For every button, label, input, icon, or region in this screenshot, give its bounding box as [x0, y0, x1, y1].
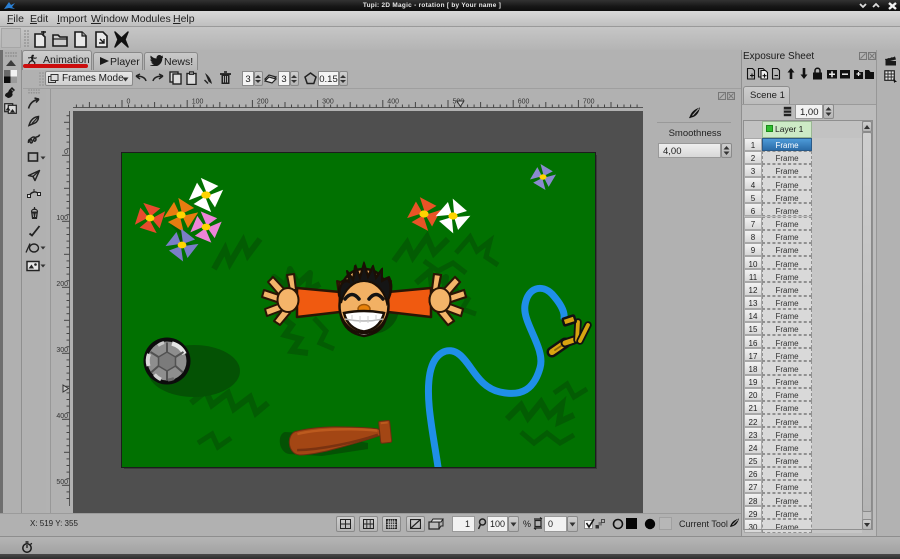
svg-text:400: 400	[387, 99, 399, 106]
svg-text:400: 400	[56, 413, 68, 420]
svg-text:100: 100	[56, 215, 68, 222]
svg-text:0: 0	[127, 99, 131, 106]
svg-text:700: 700	[583, 99, 595, 106]
svg-text:0: 0	[64, 149, 68, 156]
svg-text:200: 200	[257, 99, 269, 106]
svg-text:500: 500	[56, 479, 68, 486]
svg-text:200: 200	[56, 281, 68, 288]
svg-text:600: 600	[518, 99, 530, 106]
svg-text:300: 300	[56, 347, 68, 354]
svg-text:100: 100	[192, 99, 204, 106]
svg-text:300: 300	[322, 99, 334, 106]
